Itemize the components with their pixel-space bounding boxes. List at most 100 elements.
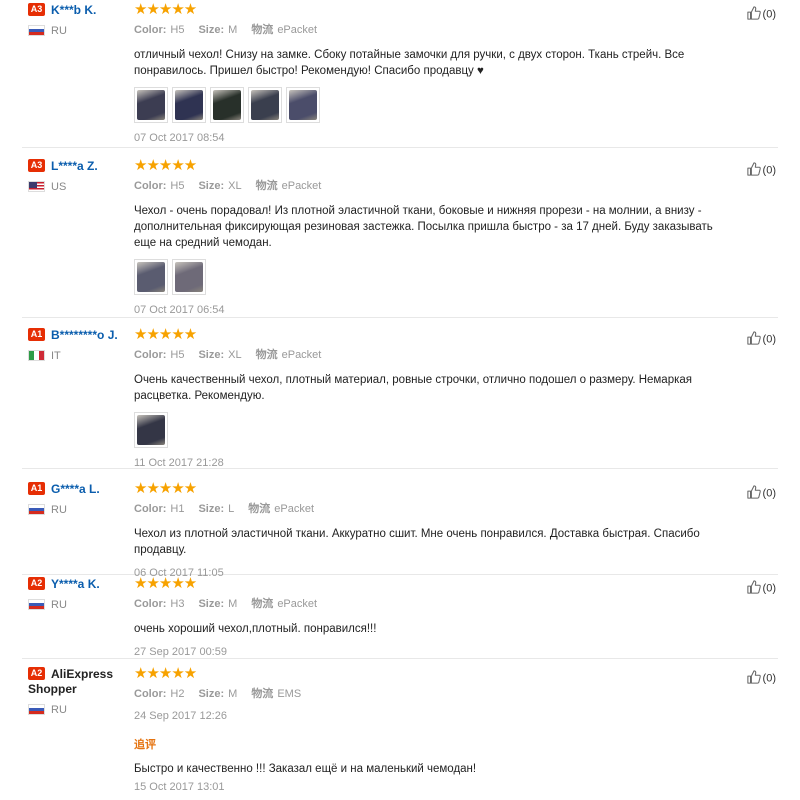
shipping-label: 物流 xyxy=(251,598,274,610)
order-info: Color: H1 Size: L 物流 ePacket xyxy=(134,500,728,516)
reviewer-name-line: A3 L****a Z. xyxy=(28,158,128,173)
thumbs-up-icon xyxy=(746,331,761,348)
reviewer-name[interactable]: K***b K. xyxy=(51,3,96,17)
reviewer-country: IT xyxy=(28,350,128,362)
reviewer-name[interactable]: Y****a K. xyxy=(51,577,100,591)
review-body: ★★★★★ Color: H3 Size: M 物流 ePacket очень хороши… xyxy=(134,576,728,659)
helpful-button[interactable]: (0) xyxy=(746,331,776,348)
helpful-button[interactable]: (0) xyxy=(746,485,776,502)
buyer-level-badge: A1 xyxy=(28,328,45,342)
helpful-button[interactable]: (0) xyxy=(746,670,776,687)
country-code: US xyxy=(51,180,67,193)
suitcase-photo xyxy=(137,415,165,445)
helpful-button[interactable]: (0) xyxy=(746,162,776,179)
buyer-level-badge: A3 xyxy=(28,3,45,17)
size-label: Size: xyxy=(198,349,225,361)
review-photos xyxy=(134,412,728,448)
color-label: Color: xyxy=(134,349,167,361)
review-text: очень хороший чехол,плотный. понравился!… xyxy=(134,623,377,635)
reviewer-name[interactable]: L****a Z. xyxy=(51,159,98,173)
review-photos xyxy=(134,259,728,295)
reviewer-info: A2 AliExpress Shopper RU xyxy=(28,666,128,716)
country-code: RU xyxy=(51,598,67,611)
buyer-level-badge: A2 xyxy=(28,577,45,591)
size-value: M xyxy=(228,24,238,36)
review-date: 27 Sep 2017 00:59 xyxy=(134,646,227,658)
review-photo-thumbnail[interactable] xyxy=(134,259,168,295)
reviewer-info: A3 L****a Z. US xyxy=(28,158,128,193)
shipping-label: 物流 xyxy=(251,688,274,700)
rating-stars: ★★★★★ xyxy=(134,480,197,497)
helpful-count: (0) xyxy=(762,164,776,177)
review-body: ★★★★★ Color: H5 Size: XL 物流 ePacket Очень качес… xyxy=(134,327,728,469)
rating-stars: ★★★★★ xyxy=(134,157,197,174)
rating-stars: ★★★★★ xyxy=(134,1,197,18)
thumbs-up-icon xyxy=(746,580,761,597)
review-item: A1 B********o J. IT ★★★★★ Color: H5 Size: XL 物流 e… xyxy=(22,327,778,469)
shipping-label: 物流 xyxy=(251,24,274,36)
suitcase-photo xyxy=(137,262,165,292)
color-label: Color: xyxy=(134,180,167,192)
shipping-label: 物流 xyxy=(255,180,278,192)
reviewer-info: A3 K***b K. RU xyxy=(28,2,128,37)
shipping-label: 物流 xyxy=(248,503,271,515)
color-value: H5 xyxy=(170,24,185,36)
reviewer-country: US xyxy=(28,181,128,193)
country-flag-icon xyxy=(28,704,45,716)
review-text: Очень качественный чехол, плотный матери… xyxy=(134,374,693,402)
order-info: Color: H5 Size: XL 物流 ePacket xyxy=(134,346,728,362)
review-photo-thumbnail[interactable] xyxy=(210,87,244,123)
review-item: A1 G****a L. RU ★★★★★ Color: H1 Size: L 物流 ePacke… xyxy=(22,480,778,579)
color-label: Color: xyxy=(134,688,167,700)
size-value: L xyxy=(228,503,235,515)
review-item: A3 L****a Z. US ★★★★★ Color: H5 Size: XL 物流 ePack… xyxy=(22,158,778,318)
review-photo-thumbnail[interactable] xyxy=(172,87,206,123)
reviewer-name-line: A1 B********o J. xyxy=(28,327,128,342)
review-body: ★★★★★ Color: H5 Size: XL 物流 ePacket Чехол - оче… xyxy=(134,158,728,316)
review-photo-thumbnail[interactable] xyxy=(248,87,282,123)
thumbs-up-icon xyxy=(746,6,761,23)
rating-stars: ★★★★★ xyxy=(134,665,197,682)
reviewer-country: RU xyxy=(28,25,128,37)
review-photo-thumbnail[interactable] xyxy=(134,412,168,448)
size-label: Size: xyxy=(198,598,225,610)
reviewer-info: A1 G****a L. RU xyxy=(28,481,128,516)
reviewer-name[interactable]: G****a L. xyxy=(51,482,100,496)
shipping-label: 物流 xyxy=(255,349,278,361)
helpful-count: (0) xyxy=(762,8,776,21)
reviewer-name[interactable]: B********o J. xyxy=(51,328,118,342)
helpful-button[interactable]: (0) xyxy=(746,580,776,597)
shipping-value: ePacket xyxy=(281,180,322,192)
review-photo-thumbnail[interactable] xyxy=(134,87,168,123)
suitcase-photo xyxy=(175,262,203,292)
size-label: Size: xyxy=(198,688,225,700)
shipping-value: ePacket xyxy=(281,349,322,361)
reviews-list: A3 K***b K. RU ★★★★★ Color: H5 Size: M 物流 ePacket… xyxy=(0,0,800,800)
review-date: 11 Oct 2017 21:28 xyxy=(134,457,224,469)
helpful-button[interactable]: (0) xyxy=(746,6,776,23)
helpful-count: (0) xyxy=(762,582,776,595)
size-label: Size: xyxy=(198,24,225,36)
review-photo-thumbnail[interactable] xyxy=(286,87,320,123)
suitcase-photo xyxy=(175,90,203,120)
country-flag-icon xyxy=(28,25,45,37)
reviewer-name-line: A2 AliExpress Shopper xyxy=(28,666,128,696)
reviewer-country: RU xyxy=(28,599,128,611)
color-value: H1 xyxy=(170,503,185,515)
reviewer-info: A2 Y****a K. RU xyxy=(28,576,128,611)
buyer-level-badge: A3 xyxy=(28,159,45,173)
review-photo-thumbnail[interactable] xyxy=(172,259,206,295)
helpful-count: (0) xyxy=(762,672,776,685)
country-flag-icon xyxy=(28,350,45,362)
additional-feedback-date: 15 Oct 2017 13:01 xyxy=(134,781,225,793)
order-info: Color: H5 Size: XL 物流 ePacket xyxy=(134,177,728,193)
country-code: RU xyxy=(51,703,67,716)
size-label: Size: xyxy=(198,180,225,192)
shipping-value: ePacket xyxy=(277,24,318,36)
country-code: RU xyxy=(51,503,67,516)
size-value: M xyxy=(228,598,238,610)
review-text: Чехол из плотной эластичной ткани. Аккур… xyxy=(134,528,700,556)
size-value: XL xyxy=(228,349,242,361)
shipping-value: EMS xyxy=(277,688,302,700)
shipping-value: ePacket xyxy=(274,503,315,515)
